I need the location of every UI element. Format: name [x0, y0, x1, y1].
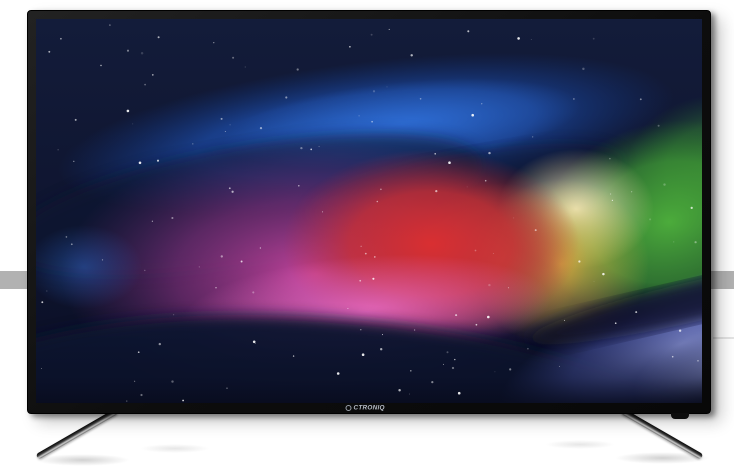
product-photo-scene: CTRONIQ [0, 0, 734, 474]
ir-sensor-nub [671, 413, 689, 419]
tv-stand-left-leg [36, 408, 119, 459]
wallpaper-art [36, 19, 702, 403]
brand-logo: CTRONIQ [346, 403, 393, 412]
tv-screen [36, 19, 702, 403]
stand-reflection [140, 444, 210, 453]
stand-reflection [545, 440, 615, 449]
tv-frame: CTRONIQ [27, 10, 711, 414]
brand-logo-text: CTRONIQ [354, 404, 385, 410]
brand-logo-icon [346, 405, 352, 411]
left-foot-shadow [35, 454, 130, 466]
shelf-edge-line [713, 337, 734, 339]
